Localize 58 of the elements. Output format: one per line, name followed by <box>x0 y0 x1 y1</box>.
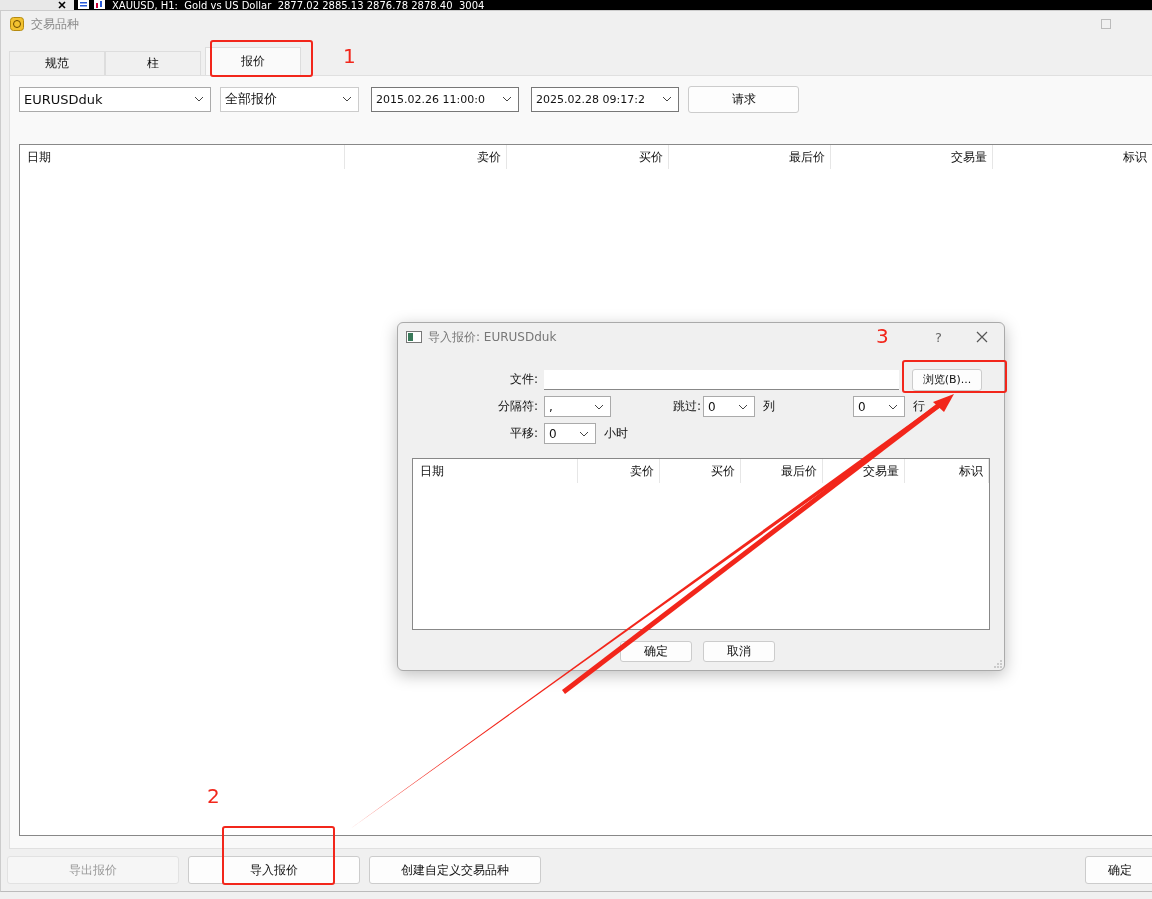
file-label: 文件: <box>508 371 539 388</box>
caret-icon <box>738 403 748 410</box>
close-icon[interactable] <box>976 331 988 343</box>
skip-columns-dropdown[interactable]: 0 <box>703 396 755 417</box>
shift-label: 平移: <box>508 425 539 442</box>
rows-unit-label: 行 <box>913 398 925 415</box>
caret-icon <box>194 96 204 102</box>
dialog-button[interactable]: 取消 <box>702 641 775 662</box>
skip-rows-dropdown[interactable]: 0 <box>853 396 905 417</box>
caret-icon <box>594 403 604 410</box>
separator-label: 分隔符: <box>496 398 539 415</box>
dialog-button[interactable]: 确定 <box>619 641 692 662</box>
window-icon <box>406 331 422 343</box>
caret-icon <box>342 96 352 102</box>
columns-unit-label: 列 <box>763 398 775 415</box>
column-header: 最后价 <box>741 459 824 483</box>
chart-icon <box>78 0 106 9</box>
help-button[interactable]: ? <box>935 329 942 345</box>
close-icon[interactable] <box>58 1 66 9</box>
column-header: 日期 <box>20 145 345 169</box>
symbol-dropdown[interactable]: EURUSDduk <box>19 86 211 112</box>
column-header: 日期 <box>413 459 578 483</box>
column-header: 买价 <box>659 459 742 483</box>
action-button[interactable]: 导入报价 <box>188 856 360 884</box>
quote-type-dropdown[interactable]: 全部报价 <box>220 86 359 112</box>
action-button[interactable]: 创建自定义交易品种 <box>369 856 541 884</box>
tab[interactable]: 报价 <box>205 47 301 75</box>
step-number: 3 <box>876 324 889 348</box>
step-number: 1 <box>343 44 356 68</box>
caret-icon <box>662 96 672 102</box>
caret-icon <box>502 96 512 102</box>
column-header: 标识 <box>993 145 1152 169</box>
file-path-field[interactable] <box>544 369 899 390</box>
tab[interactable]: 规范 <box>9 51 105 75</box>
skip-label: 跳过: <box>671 398 701 415</box>
shift-dropdown[interactable]: 0 <box>544 423 596 444</box>
end-date-field[interactable]: 2025.02.28 09:17:2 <box>531 86 679 112</box>
ok-button[interactable]: 确定 <box>1085 856 1152 884</box>
request-button[interactable]: 请求 <box>688 85 799 113</box>
hours-unit-label: 小时 <box>604 425 628 442</box>
caret-icon <box>888 403 898 410</box>
window-title: 交易品种 <box>31 15 79 33</box>
start-date-field[interactable]: 2015.02.26 11:00:0 <box>371 86 519 112</box>
caret-icon <box>579 430 589 437</box>
column-header: 标识 <box>905 459 989 483</box>
coin-icon <box>10 17 24 31</box>
column-header: 卖价 <box>577 459 660 483</box>
column-header: 交易量 <box>831 145 993 169</box>
chart-title: XAUUSD, H1: Gold vs US Dollar 2877.02 2885.13 2876.78 2878.40 3004 <box>112 1 485 10</box>
column-header: 最后价 <box>669 145 831 169</box>
dialog-title: 导入报价: EURUSDduk <box>428 328 557 346</box>
resize-grip-icon <box>994 660 1002 668</box>
browse-button[interactable]: 浏览(B)... <box>912 368 982 391</box>
column-header: 买价 <box>507 145 669 169</box>
step-number: 2 <box>207 784 220 808</box>
separator-dropdown[interactable]: , <box>544 396 611 417</box>
tab[interactable]: 柱 <box>105 51 201 75</box>
column-header: 卖价 <box>345 145 507 169</box>
